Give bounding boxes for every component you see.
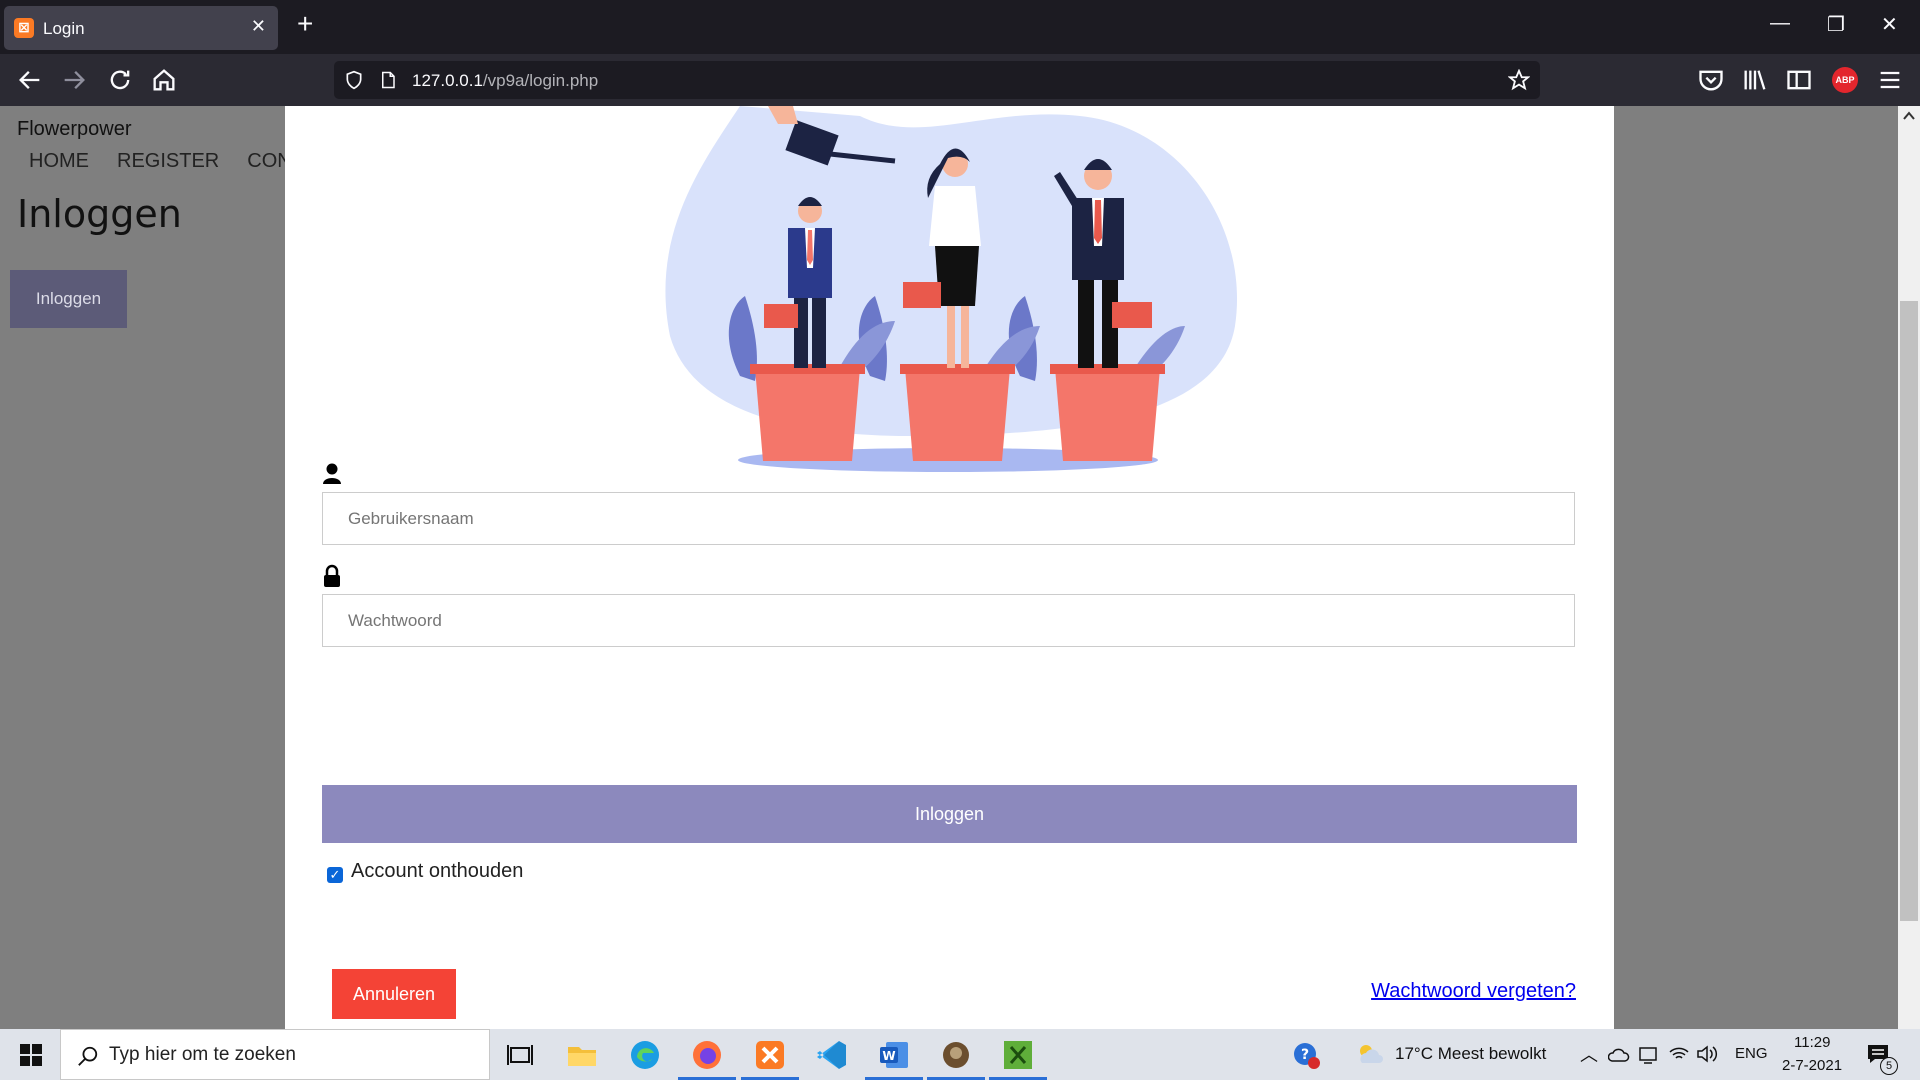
notifications-count: 5 <box>1880 1057 1898 1075</box>
remember-account: ✓ Account onthouden <box>327 860 523 883</box>
clock-time[interactable]: 11:29 <box>1794 1034 1830 1051</box>
remember-label[interactable]: Account onthouden <box>351 860 523 882</box>
login-modal: Gebruikersnaam Wachtwoord Inloggen ✓ Acco… <box>285 106 1614 1029</box>
open-login-button[interactable]: Inloggen <box>10 270 127 328</box>
firefox-icon[interactable] <box>689 1037 725 1073</box>
device-icon[interactable] <box>1638 1045 1660 1065</box>
tray-expand-icon[interactable]: ︿ <box>1580 1041 1598 1067</box>
page-viewport: Flowerpower HOME REGISTER CONT Inloggen In… <box>0 106 1920 1029</box>
close-window-button[interactable]: ✕ <box>1881 12 1898 37</box>
spreadsheet-app-icon[interactable] <box>1000 1037 1036 1073</box>
address-bar[interactable]: 127.0.0.1/vp9a/login.php <box>334 61 1540 99</box>
svg-text:?: ? <box>1301 1047 1309 1063</box>
remember-checkbox[interactable]: ✓ <box>327 867 343 883</box>
user-icon <box>323 463 341 484</box>
cancel-button[interactable]: Annuleren <box>332 969 456 1019</box>
taskbar-search[interactable]: Typ hier om te zoeken <box>60 1029 490 1080</box>
task-view-icon[interactable] <box>502 1037 538 1073</box>
scrollbar-thumb[interactable] <box>1900 301 1918 921</box>
url-path: /vp9a/login.php <box>482 71 599 90</box>
help-icon[interactable]: ? <box>1293 1042 1321 1070</box>
language-indicator[interactable]: ENG <box>1735 1045 1768 1062</box>
library-icon[interactable] <box>1741 66 1769 94</box>
restore-button[interactable]: ❐ <box>1827 12 1845 37</box>
onedrive-icon[interactable] <box>1608 1045 1630 1063</box>
search-placeholder: Typ hier om te zoeken <box>109 1044 296 1065</box>
login-submit-button[interactable]: Inloggen <box>322 785 1577 843</box>
menu-item-register[interactable]: REGISTER <box>117 150 219 172</box>
taskbar: Typ hier om te zoeken W ? 17°C Meest bew… <box>0 1029 1920 1080</box>
lock-icon <box>324 564 340 587</box>
xampp-favicon-icon: ⊠ <box>14 18 34 38</box>
tab-login[interactable]: ⊠ Login ✕ <box>4 6 278 50</box>
gimp-icon[interactable] <box>938 1037 974 1073</box>
minimize-button[interactable]: — <box>1770 12 1790 35</box>
sidebar-icon[interactable] <box>1785 66 1813 94</box>
tab-close-icon[interactable]: ✕ <box>251 16 266 37</box>
url-text[interactable]: 127.0.0.1/vp9a/login.php <box>412 71 598 91</box>
windows-start-icon[interactable] <box>20 1044 42 1066</box>
url-host: 127.0.0.1 <box>412 71 483 90</box>
plant-people-illustration <box>665 106 1238 472</box>
site-brand[interactable]: Flowerpower <box>17 118 131 141</box>
search-icon <box>78 1046 98 1066</box>
adblock-plus-icon[interactable]: ABP <box>1832 67 1858 93</box>
page-title: Inloggen <box>17 192 182 236</box>
back-icon[interactable] <box>16 66 44 94</box>
navigation-toolbar: 127.0.0.1/vp9a/login.php ABP <box>0 54 1920 106</box>
menu-hamburger-icon[interactable] <box>1876 66 1904 94</box>
svg-text:W: W <box>882 1049 895 1063</box>
bookmark-star-icon[interactable] <box>1508 69 1530 91</box>
username-input[interactable]: Gebruikersnaam <box>322 492 1575 545</box>
home-icon[interactable] <box>150 66 178 94</box>
vscode-icon[interactable] <box>814 1037 850 1073</box>
weather-text[interactable]: 17°C Meest bewolkt <box>1395 1044 1546 1064</box>
pocket-icon[interactable] <box>1697 66 1725 94</box>
volume-icon[interactable] <box>1696 1044 1718 1064</box>
tab-strip: ⊠ Login ✕ + — ❐ ✕ <box>0 0 1920 54</box>
xampp-icon[interactable] <box>752 1037 788 1073</box>
scroll-up-icon[interactable] <box>1902 110 1916 122</box>
forgot-password-link[interactable]: Wachtwoord vergeten? <box>1371 980 1576 1003</box>
tab-title: Login <box>43 19 85 38</box>
shield-icon[interactable] <box>344 70 364 90</box>
edge-icon[interactable] <box>627 1037 663 1073</box>
word-icon[interactable]: W <box>876 1037 912 1073</box>
page-icon <box>382 71 395 89</box>
file-explorer-icon[interactable] <box>564 1037 600 1073</box>
weather-cloud-icon[interactable] <box>1356 1043 1386 1067</box>
menu-item-home[interactable]: HOME <box>29 150 89 172</box>
reload-icon[interactable] <box>106 66 134 94</box>
new-tab-button[interactable]: + <box>297 9 313 39</box>
forward-icon[interactable] <box>60 66 88 94</box>
password-input[interactable]: Wachtwoord <box>322 594 1575 647</box>
clock-date[interactable]: 2-7-2021 <box>1782 1057 1842 1074</box>
wifi-icon[interactable] <box>1668 1044 1690 1064</box>
